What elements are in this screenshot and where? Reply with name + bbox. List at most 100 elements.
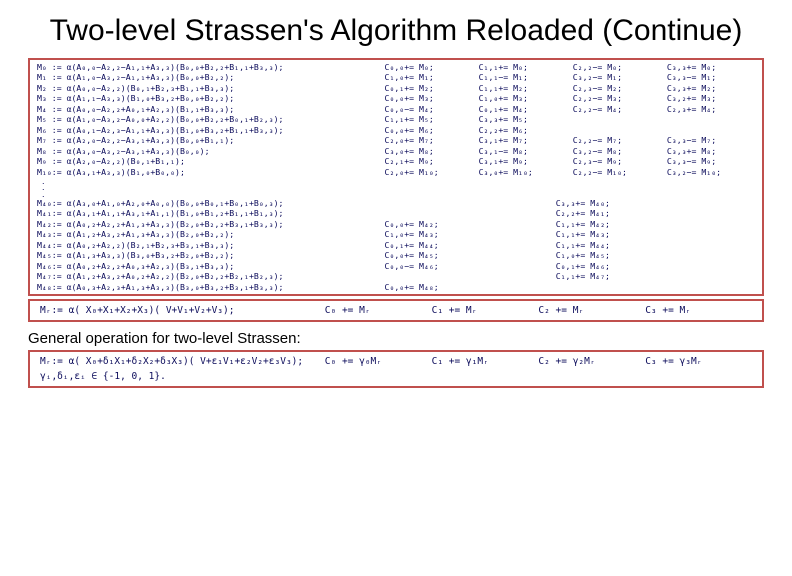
eq-lhs: M₄₄:= α(A₀,₂+A₂,₂)(B₂,₁+B₂,₃+B₃,₁+B₃,₃); <box>34 240 382 251</box>
sum1-c2: C₂ += Mᵣ <box>538 305 645 316</box>
eq-update: C₀,₁+= M₄₆; <box>553 261 724 272</box>
eq-update <box>741 271 758 282</box>
sum2-c2: C₂ += γ₂Mᵣ <box>538 356 645 367</box>
equation-row: M₃ := α(A₁,₁−A₃,₃)(B₁,₀+B₃,₂+B₀,₀+B₂,₂);… <box>34 93 758 104</box>
eq-update: C₂,₂−= M₁₀; <box>570 167 664 178</box>
equation-row: M₄₅:= α(A₁,₃+A₃,₃)(B₃,₀+B₃,₂+B₂,₀+B₂,₂);… <box>34 250 758 261</box>
eq-update: C₃,₃+= M₄₀; <box>553 198 724 209</box>
eq-update: C₁,₁+= M₄₄; <box>553 240 724 251</box>
eq-update: C₂,₂−= M₃; <box>570 93 664 104</box>
eq-lhs: M₈ := α(A₃,₀−A₃,₂−A₃,₁+A₃,₃)(B₀,₀); <box>34 146 382 157</box>
equation-row: M₄₆:= α(A₀,₂+A₂,₂+A₀,₃+A₂,₃)(B₃,₁+B₃,₃);… <box>34 261 758 272</box>
equation-row: M₄₄:= α(A₀,₂+A₂,₂)(B₂,₁+B₂,₃+B₃,₁+B₃,₃);… <box>34 240 758 251</box>
main-equations-box: M₀ := α(A₀,₀−A₂,₂−A₁,₁+A₃,₃)(B₀,₀+B₂,₂+B… <box>28 58 764 297</box>
eq-update: C₃,₁+= M₇; <box>476 135 570 146</box>
eq-update: C₂,₂+= M₄₁; <box>553 208 724 219</box>
equation-row: M₉ := α(A₂,₀−A₂,₂)(B₀,₁+B₁,₁);C₂,₁+= M₉;… <box>34 156 758 167</box>
eq-update: C₃,₀+= M₁₀; <box>476 167 570 178</box>
sum2-c1: C₁ += γ₁Mᵣ <box>432 356 539 367</box>
eq-lhs: M₉ := α(A₂,₀−A₂,₂)(B₀,₁+B₁,₁); <box>34 156 382 167</box>
equation-row: M₆ := α(A₀,₁−A₂,₃−A₁,₁+A₃,₃)(B₁,₀+B₃,₂+B… <box>34 125 758 136</box>
equation-row: M₄₂:= α(A₀,₂+A₂,₂+A₁,₃+A₃,₃)(B₂,₀+B₂,₂+B… <box>34 219 758 230</box>
eq-update: C₃,₂−= M₈; <box>570 146 664 157</box>
eq-update: C₁,₁+= M₀; <box>476 62 570 73</box>
equation-row: M₁ := α(A₁,₀−A₃,₂−A₁,₁+A₃,₃)(B₀,₀+B₂,₂);… <box>34 72 758 83</box>
equation-row: M₅ := α(A₁,₀−A₃,₂−A₀,₀+A₂,₂)(B₀,₀+B₂,₂+B… <box>34 114 758 125</box>
eq-update <box>570 125 664 136</box>
eq-update: C₀,₁+= M₄; <box>476 104 570 115</box>
eq-lhs: M₄₃:= α(A₁,₂+A₃,₂+A₁,₃+A₃,₃)(B₂,₀+B₂,₂); <box>34 229 382 240</box>
sum1-c3: C₃ += Mᵣ <box>645 305 752 316</box>
eq-update: C₂,₂−= M₄; <box>570 104 664 115</box>
eq-update: C₃,₃+= M₅; <box>476 114 570 125</box>
eq-update: C₃,₃+= M₀; <box>664 62 758 73</box>
eq-update: C₀,₀+= M₆; <box>382 125 476 136</box>
eq-update: C₀,₀+= M₄₂; <box>382 219 553 230</box>
sum2-c0: C₀ += γ₀Mᵣ <box>325 356 432 367</box>
eq-update <box>382 198 553 209</box>
eq-lhs: M₁ := α(A₁,₀−A₃,₂−A₁,₁+A₃,₃)(B₀,₀+B₂,₂); <box>34 72 382 83</box>
eq-update: C₀,₀+= M₄₅; <box>382 250 553 261</box>
eq-update: C₁,₀+= M₄₃; <box>382 229 553 240</box>
equations-bottom: M₄₀:= α(A₃,₀+A₁,₀+A₂,₀+A₀,₀)(B₀,₀+B₀,₁+B… <box>34 198 758 293</box>
sum2-c3: C₃ += γ₃Mᵣ <box>645 356 752 367</box>
eq-update: C₃,₃+= M₂; <box>664 83 758 94</box>
eq-lhs: M₇ := α(A₂,₀−A₂,₂−A₃,₁+A₃,₃)(B₀,₀+B₁,₁); <box>34 135 382 146</box>
eq-lhs: M₄₂:= α(A₀,₂+A₂,₂+A₁,₃+A₃,₃)(B₂,₀+B₂,₂+B… <box>34 219 382 230</box>
eq-lhs: M₃ := α(A₁,₁−A₃,₃)(B₁,₀+B₃,₂+B₀,₀+B₂,₂); <box>34 93 382 104</box>
eq-update <box>741 208 758 219</box>
eq-update: C₀,₀+= M₄₈; <box>382 282 553 293</box>
eq-lhs: M₅ := α(A₁,₀−A₃,₂−A₀,₀+A₂,₂)(B₀,₀+B₂,₂+B… <box>34 114 382 125</box>
eq-lhs: M₄₀:= α(A₃,₀+A₁,₀+A₂,₀+A₀,₀)(B₀,₀+B₀,₁+B… <box>34 198 382 209</box>
eq-update <box>741 261 758 272</box>
eq-update: C₀,₀+= M₀; <box>382 62 476 73</box>
eq-update <box>741 229 758 240</box>
eq-update <box>382 208 553 219</box>
eq-update: C₁,₁−= M₁; <box>476 72 570 83</box>
eq-update: C₂,₁+= M₉; <box>382 156 476 167</box>
eq-update: C₁,₁+= M₄₃; <box>553 229 724 240</box>
sum1-lhs: Mᵣ:= α( X₀+X₁+X₂+X₃)( V+V₁+V₂+V₃); <box>40 305 325 316</box>
eq-lhs: M₄₆:= α(A₀,₂+A₂,₂+A₀,₃+A₂,₃)(B₃,₁+B₃,₃); <box>34 261 382 272</box>
eq-update: C₃,₃−= M₁; <box>664 72 758 83</box>
eq-update <box>741 219 758 230</box>
eq-update: C₃,₃−= M₇; <box>664 135 758 146</box>
eq-update <box>724 198 741 209</box>
eq-update <box>724 271 741 282</box>
eq-update <box>741 282 758 293</box>
eq-update <box>382 271 553 282</box>
sum2-lhs: Mᵣ:= α( X₀+δ₁X₁+δ₂X₂+δ₃X₃)( V+ε₁V₁+ε₂V₂+… <box>40 356 325 367</box>
equation-row: M₄₀:= α(A₃,₀+A₁,₀+A₂,₀+A₀,₀)(B₀,₀+B₀,₁+B… <box>34 198 758 209</box>
eq-lhs: M₄₁:= α(A₃,₁+A₁,₁+A₃,₁+A₁,₁)(B₁,₀+B₁,₂+B… <box>34 208 382 219</box>
eq-lhs: M₁₀:= α(A₃,₁+A₃,₃)(B₁,₀+B₀,₀); <box>34 167 382 178</box>
eq-update: C₃,₁−= M₈; <box>476 146 570 157</box>
eq-update: C₃,₂+= M₃; <box>664 93 758 104</box>
eq-update: C₁,₀+= M₁; <box>382 72 476 83</box>
eq-update: C₁,₁+= M₄₇; <box>553 271 724 282</box>
eq-update: C₂,₂+= M₆; <box>476 125 570 136</box>
eq-update: C₀,₀+= M₃; <box>382 93 476 104</box>
eq-update: C₁,₁+= M₄₂; <box>553 219 724 230</box>
eq-update <box>664 114 758 125</box>
eq-update: C₂,₂−= M₇; <box>570 135 664 146</box>
ellipsis: ... <box>34 177 758 198</box>
eq-update: C₀,₀−= M₄₆; <box>382 261 553 272</box>
sum1-c1: C₁ += Mᵣ <box>432 305 539 316</box>
eq-update <box>724 261 741 272</box>
eq-update: C₀,₀−= M₄; <box>382 104 476 115</box>
eq-lhs: M₄₅:= α(A₁,₃+A₃,₃)(B₃,₀+B₃,₂+B₂,₀+B₂,₂); <box>34 250 382 261</box>
equation-row: M₄₇:= α(A₁,₂+A₃,₂+A₀,₂+A₂,₂)(B₂,₀+B₂,₂+B… <box>34 271 758 282</box>
eq-update: C₃,₃+= M₈; <box>664 146 758 157</box>
eq-update <box>741 240 758 251</box>
eq-update <box>724 240 741 251</box>
equations-top: M₀ := α(A₀,₀−A₂,₂−A₁,₁+A₃,₃)(B₀,₀+B₂,₂+B… <box>34 62 758 178</box>
eq-update <box>724 229 741 240</box>
equation-row: M₀ := α(A₀,₀−A₂,₂−A₁,₁+A₃,₃)(B₀,₀+B₂,₂+B… <box>34 62 758 73</box>
eq-update <box>664 125 758 136</box>
slide-title: Two-level Strassen's Algorithm Reloaded … <box>28 12 764 50</box>
eq-update: C₁,₀+= M₄₅; <box>553 250 724 261</box>
eq-update: C₁,₁+= M₂; <box>476 83 570 94</box>
eq-update: C₂,₃−= M₂; <box>570 83 664 94</box>
eq-update <box>724 208 741 219</box>
eq-update: C₃,₂−= M₁₀; <box>664 167 758 178</box>
